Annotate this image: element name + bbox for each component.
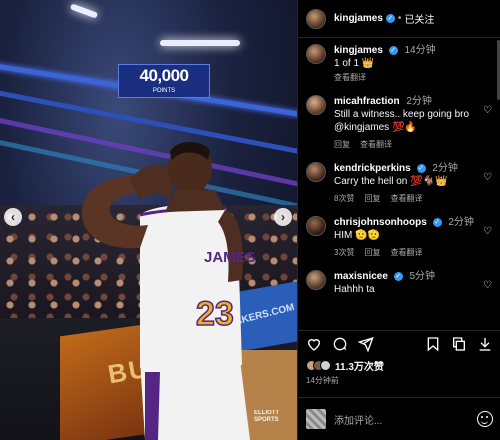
follow-button[interactable]: 已关注 bbox=[404, 11, 434, 26]
heart-icon[interactable]: ♡ bbox=[483, 280, 492, 291]
comment-text: Still a witness.. keep going bro @kingja… bbox=[334, 109, 470, 133]
like-count[interactable]: 3次赞 bbox=[334, 247, 354, 258]
emoji-icon[interactable] bbox=[477, 411, 493, 427]
comment-text: Still a witness.. keep going bro @kingja… bbox=[334, 108, 492, 134]
comment-row: maxisnicee ✓ 5分钟 Hahhh ta ♡ bbox=[298, 258, 500, 296]
comment-time: 2分钟 bbox=[406, 96, 432, 107]
heart-icon[interactable] bbox=[306, 336, 322, 352]
heart-icon[interactable]: ♡ bbox=[483, 226, 492, 237]
comment-text: Carry the hell on 💯🐐👑 bbox=[334, 176, 448, 187]
reply-link[interactable]: 回复 bbox=[364, 247, 380, 258]
verified-icon: ✓ bbox=[385, 14, 395, 23]
download-icon[interactable] bbox=[477, 336, 493, 352]
likes-count[interactable]: 11.3万次赞 bbox=[335, 358, 384, 373]
comment-row: kendrickperkins ✓ 2分钟 Carry the hell on … bbox=[298, 150, 500, 204]
avatar[interactable] bbox=[306, 162, 326, 182]
action-bar bbox=[298, 330, 500, 356]
post-photo: 40,000 POINTS BU LAKERS.COM JAMES 23 ELL… bbox=[0, 0, 297, 440]
comment-username[interactable]: micahfraction bbox=[334, 96, 400, 107]
photographer-watermark: ELLIOTT SPORTS bbox=[254, 410, 279, 423]
comment-icon[interactable] bbox=[332, 336, 348, 352]
bookmark-icon[interactable] bbox=[425, 336, 441, 352]
copy-icon[interactable] bbox=[451, 336, 467, 352]
comment-time: 2分钟 bbox=[432, 163, 458, 174]
add-comment-bar: 添加评论... bbox=[298, 397, 500, 440]
caption-username[interactable]: kingjames bbox=[334, 45, 383, 56]
comment-time: 5分钟 bbox=[409, 271, 436, 282]
comment-username[interactable]: chrisjohnsonhoops bbox=[334, 217, 427, 228]
comment-row: chrisjohnsonhoops ✓ 2分钟 HIM 🫡🫡 3次赞 回复 查看… bbox=[298, 204, 500, 258]
verified-icon: ✓ bbox=[393, 272, 403, 281]
avatar bbox=[306, 409, 326, 429]
verified-icon: ✓ bbox=[388, 46, 398, 55]
separator-dot: • bbox=[397, 13, 402, 24]
translate-link[interactable]: 查看翻译 bbox=[360, 139, 392, 150]
share-icon[interactable] bbox=[357, 336, 374, 352]
comment-text: Hahhh ta bbox=[334, 284, 375, 295]
comment-username[interactable]: kendrickperkins bbox=[334, 163, 411, 174]
caption-row: kingjames ✓ 14分钟 1 of 1 👑 查看翻译 bbox=[298, 38, 500, 83]
post-side-panel: kingjames ✓ • 已关注 kingjames ✓ 14分钟 1 of … bbox=[297, 0, 500, 440]
player-figure: JAMES 23 bbox=[81, 141, 256, 440]
reply-link[interactable]: 回复 bbox=[364, 193, 380, 204]
avatar bbox=[320, 360, 331, 371]
jersey-number: 23 bbox=[196, 295, 234, 333]
reply-link[interactable]: 回复 bbox=[334, 139, 350, 150]
verified-icon: ✓ bbox=[416, 164, 426, 173]
heart-icon[interactable]: ♡ bbox=[483, 172, 492, 183]
avatar[interactable] bbox=[306, 216, 326, 236]
avatar[interactable] bbox=[306, 270, 326, 290]
verified-icon: ✓ bbox=[432, 218, 442, 227]
comments-list: kingjames ✓ 14分钟 1 of 1 👑 查看翻译 micahfrac… bbox=[298, 38, 500, 330]
comment-input[interactable]: 添加评论... bbox=[334, 412, 477, 427]
caption-time: 14分钟 bbox=[404, 45, 436, 56]
avatar[interactable] bbox=[306, 44, 326, 64]
translate-link[interactable]: 查看翻译 bbox=[334, 72, 366, 83]
heart-icon[interactable]: ♡ bbox=[483, 105, 492, 116]
avatar[interactable] bbox=[306, 8, 326, 29]
chevron-right-icon[interactable]: › bbox=[274, 208, 292, 226]
comment-row: micahfraction 2分钟 Still a witness.. keep… bbox=[298, 83, 500, 150]
jersey-name: JAMES bbox=[204, 249, 256, 266]
comment-username[interactable]: maxisnicee bbox=[334, 271, 388, 282]
comment-text: HIM 🫡🫡 bbox=[334, 230, 381, 241]
like-count[interactable]: 8次赞 bbox=[334, 193, 354, 204]
comment-time: 2分钟 bbox=[448, 217, 474, 228]
avatar[interactable] bbox=[306, 95, 326, 115]
translate-link[interactable]: 查看翻译 bbox=[390, 193, 422, 204]
chevron-left-icon[interactable]: ‹ bbox=[4, 208, 22, 226]
post-timestamp: 14分钟前 bbox=[306, 376, 339, 385]
translate-link[interactable]: 查看翻译 bbox=[390, 247, 422, 258]
header-username[interactable]: kingjames bbox=[334, 13, 383, 24]
likes-summary[interactable]: 11.3万次赞 bbox=[306, 358, 384, 373]
post-header: kingjames ✓ • 已关注 bbox=[298, 0, 500, 38]
caption-text: 1 of 1 👑 bbox=[334, 58, 375, 69]
